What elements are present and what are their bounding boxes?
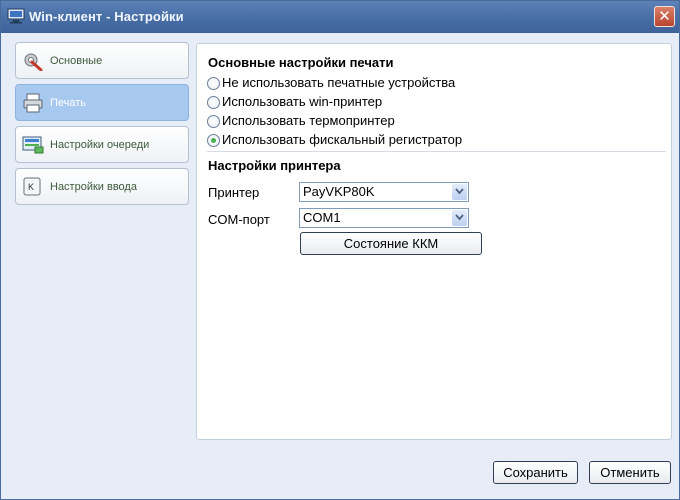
kkm-status-button[interactable]: Состояние ККМ [300,232,482,255]
title-bar[interactable]: Win-клиент - Настройки ✕ [1,1,679,33]
chevron-down-icon[interactable] [452,184,467,200]
sidebar-item-input[interactable]: K Настройки ввода [15,168,189,205]
sidebar-item-label: Печать [50,97,87,109]
section-divider [207,151,666,152]
com-port-select-value: COM1 [303,210,341,225]
close-icon: ✕ [658,8,671,25]
sidebar-item-print[interactable]: Печать [15,84,189,121]
radio-label: Использовать термопринтер [222,113,395,128]
radio-button[interactable] [207,77,220,90]
printer-settings-heading: Настройки принтера [208,158,341,173]
print-settings-panel: Основные настройки печати Не использоват… [196,43,672,440]
window-title: Win-клиент - Настройки [29,9,184,24]
printer-select[interactable]: PayVKP80K [299,182,469,202]
radio-label: Не использовать печатные устройства [222,75,456,90]
sidebar-item-label: Основные [50,55,103,67]
gear-wrench-icon [22,51,44,72]
settings-window: Win-клиент - Настройки ✕ Основные Печать… [0,0,680,500]
printer-select-value: PayVKP80K [303,184,375,199]
keyboard-key-icon: K [22,177,44,197]
printer-label: Принтер [208,185,260,200]
printer-icon [22,93,44,113]
radio-label: Использовать фискальный регистратор [222,132,463,147]
save-button[interactable]: Сохранить [493,461,578,484]
sidebar: Основные Печать Настройки очереди K Наст… [1,33,196,499]
print-settings-heading: Основные настройки печати [208,55,394,70]
radio-button[interactable] [207,96,220,109]
com-port-label: COM-порт [208,212,270,227]
radio-button[interactable] [207,115,220,128]
close-button[interactable]: ✕ [654,6,675,27]
com-port-select[interactable]: COM1 [299,208,469,228]
computer-icon [7,8,25,24]
queue-monitor-icon [22,135,44,155]
sidebar-item-general[interactable]: Основные [15,42,189,79]
cancel-button[interactable]: Отменить [589,461,671,484]
radio-button-checked[interactable] [207,134,220,147]
svg-text:K: K [28,182,34,192]
sidebar-item-queue[interactable]: Настройки очереди [15,126,189,163]
sidebar-item-label: Настройки очереди [50,139,150,151]
radio-label: Использовать win-принтер [222,94,383,109]
sidebar-item-label: Настройки ввода [50,181,137,193]
chevron-down-icon[interactable] [452,210,467,226]
